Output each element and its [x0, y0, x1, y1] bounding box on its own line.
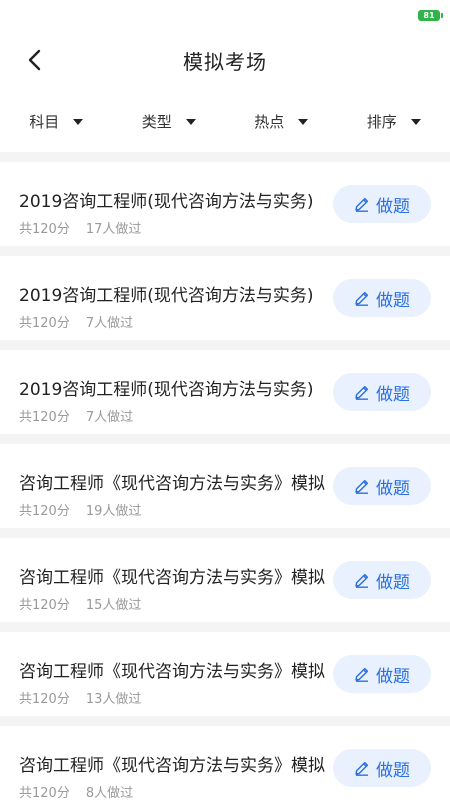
- exam-title: 咨询工程师《现代咨询方法与实务》模拟: [19, 474, 325, 494]
- status-bar: 81: [0, 0, 450, 30]
- caret-down-icon: [73, 119, 84, 125]
- total-score: 共120分: [19, 222, 70, 237]
- back-button[interactable]: [18, 44, 50, 76]
- list-item[interactable]: 2019咨询工程师(现代咨询方法与实务) 共120分 17人做过 做题: [0, 162, 450, 246]
- list-item[interactable]: 2019咨询工程师(现代咨询方法与实务) 共120分 7人做过 做题: [0, 256, 450, 340]
- attempt-count: 8人做过: [85, 786, 134, 800]
- exam-title: 2019咨询工程师(现代咨询方法与实务): [19, 380, 314, 400]
- attempt-count: 7人做过: [85, 410, 134, 425]
- exam-meta: 共120分 13人做过: [19, 688, 141, 707]
- button-label: 做题: [376, 760, 410, 781]
- button-label: 做题: [376, 290, 410, 311]
- filter-subject[interactable]: 科目: [0, 111, 113, 132]
- pencil-icon: [355, 479, 369, 494]
- exam-meta: 共120分 17人做过: [19, 218, 141, 237]
- filter-label: 科目: [29, 112, 60, 131]
- exam-meta: 共120分 19人做过: [19, 500, 141, 519]
- pencil-icon: [355, 385, 369, 400]
- pencil-icon: [355, 197, 369, 212]
- exam-meta: 共120分 15人做过: [19, 594, 141, 613]
- filter-label: 热点: [254, 112, 285, 131]
- do-exercise-button[interactable]: 做题: [333, 467, 431, 505]
- attempt-count: 17人做过: [85, 222, 142, 237]
- do-exercise-button[interactable]: 做题: [333, 373, 431, 411]
- battery-icon: 81: [418, 10, 443, 21]
- filter-label: 类型: [141, 112, 172, 131]
- exam-meta: 共120分 7人做过: [19, 406, 133, 425]
- attempt-count: 7人做过: [85, 316, 134, 331]
- total-score: 共120分: [19, 316, 70, 331]
- exam-title: 咨询工程师《现代咨询方法与实务》模拟: [19, 568, 325, 588]
- chevron-left-icon[interactable]: [27, 49, 41, 71]
- filter-label: 排序: [366, 112, 397, 131]
- list-item[interactable]: 2019咨询工程师(现代咨询方法与实务) 共120分 7人做过 做题: [0, 350, 450, 434]
- total-score: 共120分: [19, 692, 70, 707]
- pencil-icon: [355, 667, 369, 682]
- pencil-icon: [355, 573, 369, 588]
- header: 模拟考场: [0, 30, 450, 90]
- exam-meta: 共120分 8人做过: [19, 782, 133, 800]
- total-score: 共120分: [19, 410, 70, 425]
- do-exercise-button[interactable]: 做题: [333, 749, 431, 787]
- pencil-icon: [355, 761, 369, 776]
- caret-down-icon: [185, 119, 196, 125]
- list-item[interactable]: 咨询工程师《现代咨询方法与实务》模拟 共120分 13人做过 做题: [0, 632, 450, 716]
- exam-meta: 共120分 7人做过: [19, 312, 133, 331]
- do-exercise-button[interactable]: 做题: [333, 279, 431, 317]
- do-exercise-button[interactable]: 做题: [333, 655, 431, 693]
- filter-hot[interactable]: 热点: [225, 111, 338, 132]
- filter-type[interactable]: 类型: [113, 111, 226, 132]
- caret-down-icon: [410, 119, 421, 125]
- attempt-count: 13人做过: [85, 692, 142, 707]
- attempt-count: 19人做过: [85, 504, 142, 519]
- total-score: 共120分: [19, 504, 70, 519]
- exam-title: 2019咨询工程师(现代咨询方法与实务): [19, 192, 314, 212]
- list-item[interactable]: 咨询工程师《现代咨询方法与实务》模拟 共120分 15人做过 做题: [0, 538, 450, 622]
- caret-down-icon: [298, 119, 309, 125]
- exam-title: 2019咨询工程师(现代咨询方法与实务): [19, 286, 314, 306]
- total-score: 共120分: [19, 598, 70, 613]
- button-label: 做题: [376, 572, 410, 593]
- exam-title: 咨询工程师《现代咨询方法与实务》模拟: [19, 756, 325, 776]
- button-label: 做题: [376, 478, 410, 499]
- total-score: 共120分: [19, 786, 70, 800]
- button-label: 做题: [376, 666, 410, 687]
- filter-bar: 科目 类型 热点 排序: [0, 90, 450, 152]
- button-label: 做题: [376, 384, 410, 405]
- pencil-icon: [355, 291, 369, 306]
- do-exercise-button[interactable]: 做题: [333, 561, 431, 599]
- page-title: 模拟考场: [183, 49, 267, 74]
- exam-title: 咨询工程师《现代咨询方法与实务》模拟: [19, 662, 325, 682]
- do-exercise-button[interactable]: 做题: [333, 185, 431, 223]
- list-item[interactable]: 咨询工程师《现代咨询方法与实务》模拟 共120分 19人做过 做题: [0, 444, 450, 528]
- button-label: 做题: [376, 196, 410, 217]
- list-item[interactable]: 咨询工程师《现代咨询方法与实务》模拟 共120分 8人做过 做题: [0, 726, 450, 800]
- attempt-count: 15人做过: [85, 598, 142, 613]
- exam-list: 2019咨询工程师(现代咨询方法与实务) 共120分 17人做过 做题 2019…: [0, 152, 450, 800]
- filter-sort[interactable]: 排序: [338, 111, 450, 132]
